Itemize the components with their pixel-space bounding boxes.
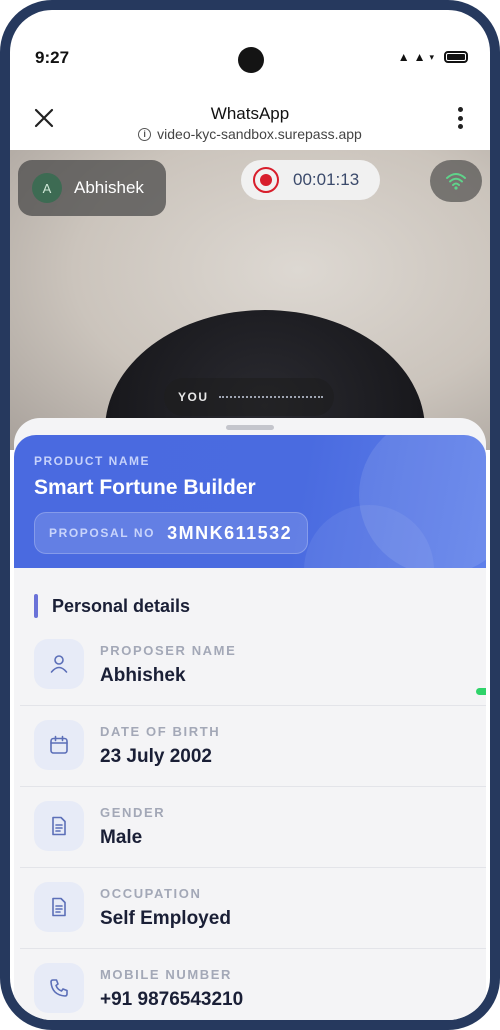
more-options-button[interactable] <box>450 104 470 132</box>
self-label: YOU <box>178 390 209 404</box>
product-card: PRODUCT NAME Smart Fortune Builder PROPO… <box>14 435 486 568</box>
participant-name: Abhishek <box>74 178 144 197</box>
detail-row-proposer-name: PROPOSER NAME Abhishek <box>20 625 486 706</box>
product-name: Smart Fortune Builder <box>34 476 256 499</box>
participant-chip: A Abhishek <box>18 160 166 216</box>
recording-timer: 00:01:13 <box>293 170 360 189</box>
url-text: video-kyc-sandbox.surepass.app <box>157 126 362 142</box>
proposal-number: 3MNK611532 <box>167 522 293 543</box>
detail-label: DATE OF BIRTH <box>100 724 221 739</box>
details-sheet[interactable]: PRODUCT NAME Smart Fortune Builder PROPO… <box>14 418 486 1020</box>
network-quality-button[interactable] <box>430 160 482 202</box>
video-feed: A Abhishek 00:01:13 YOU <box>10 150 490 450</box>
self-view-chip: YOU <box>164 378 334 416</box>
record-icon <box>253 167 279 193</box>
status-icons: ▲ ▲ ▾ <box>398 50 468 64</box>
audio-level-indicator <box>218 396 323 398</box>
wifi-icon <box>446 173 466 190</box>
person-icon <box>34 639 84 689</box>
detail-row-gender: GENDER Male <box>20 787 486 868</box>
detail-label: GENDER <box>100 805 166 820</box>
calendar-icon <box>34 720 84 770</box>
app-title: WhatsApp <box>210 104 290 123</box>
section-title: Personal details <box>52 595 191 616</box>
detail-row-occupation: OCCUPATION Self Employed <box>20 868 486 949</box>
battery-icon <box>444 51 468 63</box>
proposal-badge: PROPOSAL NO 3MNK611532 <box>34 512 308 554</box>
phone-screen: 9:27 ▲ ▲ ▾ WhatsApp i video-kyc-sandbox.… <box>10 10 490 1020</box>
section-header: Personal details <box>34 594 190 618</box>
detail-label: MOBILE NUMBER <box>100 967 233 982</box>
document-icon <box>34 882 84 932</box>
status-bar: 9:27 ▲ ▲ ▾ <box>10 10 490 100</box>
page-url[interactable]: i video-kyc-sandbox.surepass.app <box>10 126 490 142</box>
section-accent <box>34 594 38 618</box>
wifi-status-icon: ▾ <box>429 51 434 62</box>
avatar: A <box>32 173 62 203</box>
detail-value: Male <box>100 827 143 848</box>
camera-cutout <box>238 47 264 73</box>
sheet-drag-handle[interactable] <box>226 425 274 430</box>
detail-value: +91 9876543210 <box>100 989 244 1010</box>
info-icon: i <box>138 127 152 141</box>
detail-label: OCCUPATION <box>100 886 202 901</box>
detail-row-mobile-number: MOBILE NUMBER +91 9876543210 <box>20 949 486 1020</box>
detail-value: Self Employed <box>100 908 231 929</box>
status-time: 9:27 <box>35 48 70 67</box>
details-list: PROPOSER NAME Abhishek DATE OF BIRTH 23 … <box>20 625 486 1020</box>
app-bar: WhatsApp i video-kyc-sandbox.surepass.ap… <box>10 92 490 150</box>
indicator-dot <box>476 688 486 695</box>
recording-indicator: 00:01:13 <box>241 160 380 200</box>
detail-row-date-of-birth: DATE OF BIRTH 23 July 2002 <box>20 706 486 787</box>
detail-value: Abhishek <box>100 665 186 686</box>
proposal-label: PROPOSAL NO <box>49 526 156 540</box>
phone-frame: 9:27 ▲ ▲ ▾ WhatsApp i video-kyc-sandbox.… <box>0 0 500 1030</box>
signal-icon: ▲ <box>397 50 410 64</box>
detail-value: 23 July 2002 <box>100 746 212 767</box>
detail-label: PROPOSER NAME <box>100 643 237 658</box>
signal-icon-2: ▲ <box>413 50 426 64</box>
document-icon <box>34 801 84 851</box>
product-label: PRODUCT NAME <box>34 454 150 468</box>
phone-icon <box>34 963 84 1013</box>
